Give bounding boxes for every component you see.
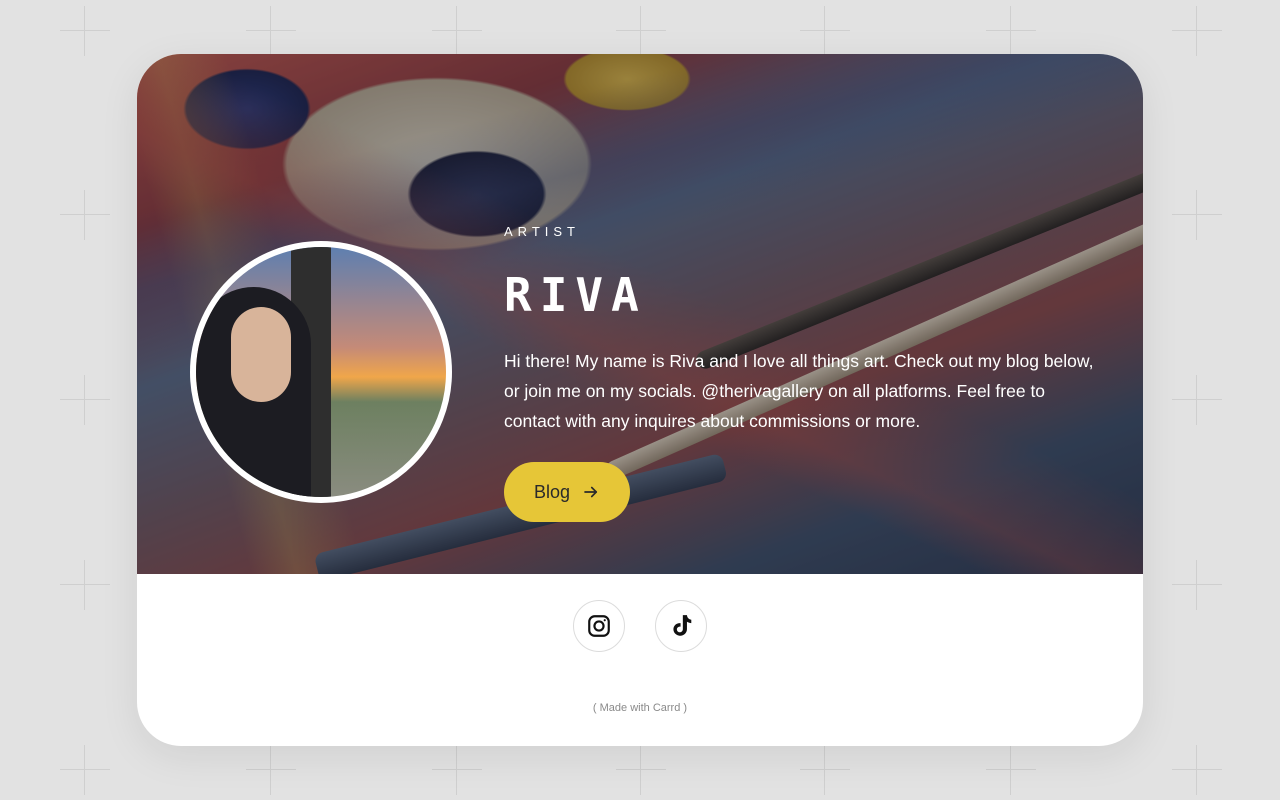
tiktok-link[interactable] (655, 600, 707, 652)
arrow-right-icon (584, 486, 598, 498)
bio-text: Hi there! My name is Riva and I love all… (504, 351, 1094, 431)
hero-background-image: ARTIST RIVA Hi there! My name is Riva an… (137, 54, 1143, 574)
page-title: RIVA (504, 268, 647, 322)
role-label: ARTIST (504, 224, 580, 239)
avatar (190, 241, 452, 503)
social-links (573, 600, 707, 652)
made-with-credit[interactable]: ( Made with Carrd ) (137, 702, 1143, 714)
instagram-link[interactable] (573, 600, 625, 652)
tiktok-icon (673, 615, 692, 636)
blog-button[interactable]: Blog (504, 462, 630, 522)
blog-button-label: Blog (533, 481, 571, 502)
profile-card: ARTIST RIVA Hi there! My name is Riva an… (137, 54, 1143, 746)
instagram-icon (588, 615, 610, 637)
